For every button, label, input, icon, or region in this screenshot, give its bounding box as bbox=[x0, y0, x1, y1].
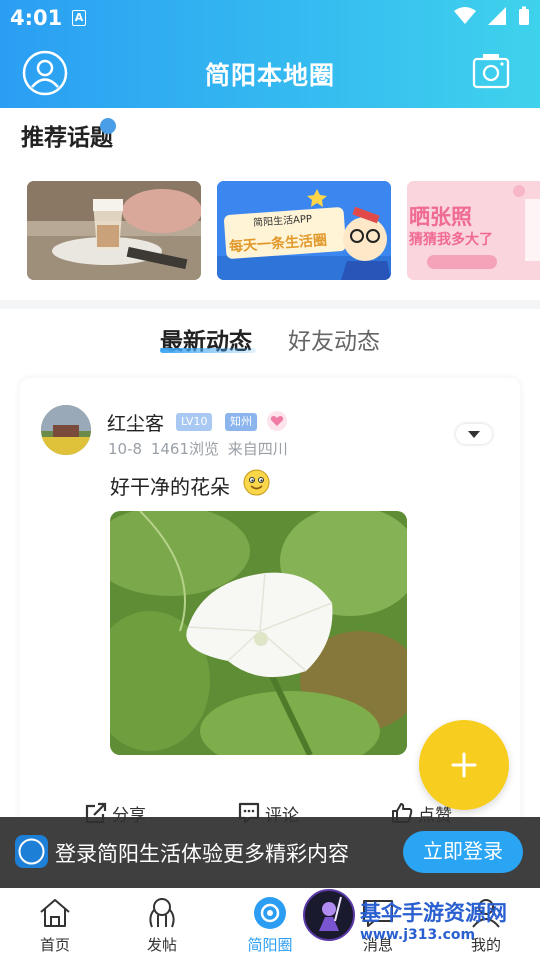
post-user-name[interactable]: 红尘客 bbox=[107, 409, 164, 436]
app-header: 4:01 A 简阳本地圈 bbox=[0, 0, 540, 108]
post-views: 1461浏览 bbox=[150, 440, 220, 458]
login-button[interactable]: 立即登录 bbox=[403, 831, 523, 873]
nav-post-label: 发帖 bbox=[146, 936, 177, 954]
post-user-avatar[interactable] bbox=[41, 405, 91, 455]
nav-post[interactable]: 发帖 bbox=[127, 891, 197, 957]
status-time: 4:01 bbox=[10, 6, 63, 30]
post-location: 来自四川 bbox=[227, 440, 288, 458]
app-title: 简阳本地圈 bbox=[204, 61, 335, 90]
app-logo-graphic bbox=[18, 838, 45, 865]
status-bar: 4:01 A bbox=[0, 0, 540, 36]
topic-card-app[interactable]: 简阳生活APP 每天一条生活圈 bbox=[217, 181, 391, 280]
caret-down-icon bbox=[468, 431, 480, 438]
watermark-url: www.j313.com bbox=[360, 927, 476, 943]
topic-card-coffee[interactable] bbox=[27, 181, 201, 280]
circle-icon bbox=[254, 897, 286, 929]
coffee-photo bbox=[27, 181, 201, 280]
battery-icon bbox=[519, 6, 529, 25]
nav-circle[interactable]: 简阳圈 bbox=[235, 891, 305, 957]
tab-active-indicator bbox=[160, 348, 256, 353]
heart-badge bbox=[267, 411, 287, 431]
tab-friends[interactable]: 好友动态 bbox=[288, 322, 380, 356]
nav-home[interactable]: 首页 bbox=[20, 891, 90, 957]
photo-challenge-line1: 晒张照 bbox=[409, 205, 472, 229]
topic-card-photo-challenge[interactable]: 晒张照 猜猜我多大了 bbox=[407, 181, 540, 280]
home-icon bbox=[40, 899, 70, 927]
login-prompt-text: 登录简阳生活体验更多精彩内容 bbox=[55, 842, 349, 866]
post-options-button[interactable] bbox=[456, 424, 492, 444]
post-text: 好干净的花朵 bbox=[110, 475, 230, 499]
status-icons bbox=[454, 6, 530, 26]
camera-button[interactable] bbox=[472, 52, 510, 90]
avatar-photo bbox=[41, 405, 91, 455]
flower-photo bbox=[110, 511, 407, 755]
heart-icon bbox=[270, 416, 284, 426]
watermark-title: 基伞手游资源网 bbox=[360, 901, 507, 925]
nav-circle-label: 简阳圈 bbox=[247, 936, 293, 954]
section-divider bbox=[0, 300, 540, 309]
wifi-icon bbox=[454, 7, 476, 24]
level-badge: LV10 bbox=[176, 413, 213, 431]
post-icon bbox=[149, 898, 175, 928]
smiley-emoji-icon bbox=[243, 469, 270, 496]
camera-icon bbox=[472, 54, 510, 89]
app-logo-icon bbox=[15, 835, 48, 868]
topics-heading: 推荐话题 bbox=[21, 125, 113, 151]
watermark: 基伞手游资源网 www.j313.com bbox=[300, 887, 540, 959]
watermark-figure bbox=[319, 896, 342, 931]
nav-home-label: 首页 bbox=[39, 936, 70, 954]
watermark-logo-icon bbox=[303, 889, 355, 941]
title-badge: 知州 bbox=[225, 413, 257, 431]
add-post-fab[interactable] bbox=[419, 720, 509, 810]
post-image[interactable] bbox=[110, 511, 407, 755]
notification-icon: A bbox=[72, 10, 86, 26]
topics-badge-dot bbox=[100, 118, 116, 134]
signal-icon bbox=[488, 7, 506, 25]
post-meta: 10-8 1461浏览 来自四川 bbox=[108, 438, 288, 459]
photo-challenge-line2: 猜猜我多大了 bbox=[409, 232, 493, 248]
post-date: 10-8 bbox=[108, 440, 143, 458]
plus-icon bbox=[451, 752, 477, 778]
